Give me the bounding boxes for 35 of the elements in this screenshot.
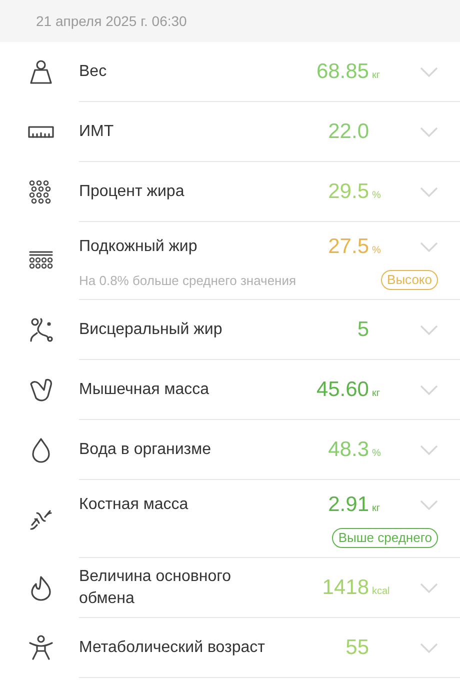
metric-value: 29.5% <box>327 178 382 205</box>
chevron-down-icon[interactable] <box>420 500 438 510</box>
metric-value: 22.0 <box>327 118 370 145</box>
metric-value: 55 <box>344 634 370 661</box>
chevron-down-icon[interactable] <box>420 582 438 592</box>
metric-label: Процент жира <box>79 182 186 202</box>
metric-label: Подкожный жир <box>79 236 198 256</box>
metric-label: Величина основного обмена <box>79 566 232 608</box>
metric-value: 5 <box>356 316 370 343</box>
metric-value: 2.91 кг <box>327 492 382 518</box>
metric-label: Вес <box>79 62 108 82</box>
metric-label: ИМТ <box>79 122 115 142</box>
chevron-down-icon[interactable] <box>420 126 438 136</box>
person-icon <box>26 634 54 662</box>
chevron-down-icon[interactable] <box>420 384 438 394</box>
status-badge: Высоко <box>381 270 438 290</box>
chevron-down-icon[interactable] <box>420 642 438 652</box>
metric-value: 1418 kcal <box>321 574 391 601</box>
metric-label: Костная масса <box>79 494 190 514</box>
metric-value: 45.60 кг <box>315 376 382 403</box>
metric-label: Метаболический возраст <box>79 638 266 658</box>
chevron-down-icon[interactable] <box>420 324 438 334</box>
metric-value: 27.5% <box>327 234 382 260</box>
metric-value: 68.85 кг <box>315 58 382 85</box>
metric-value: 48.3% <box>327 436 382 463</box>
metric-note: На 0.8% больше среднего значения <box>79 272 298 290</box>
chevron-down-icon[interactable] <box>420 444 438 454</box>
date-time: 21 апреля 2025 г. 06:30 <box>36 12 187 31</box>
status-badge: Выше среднего <box>332 528 438 548</box>
metric-label: Мышечная масса <box>79 380 210 400</box>
metric-label: Вода в организме <box>79 440 212 460</box>
chevron-down-icon[interactable] <box>420 186 438 196</box>
metric-label: Висцеральный жир <box>79 320 224 340</box>
chevron-down-icon[interactable] <box>420 242 438 252</box>
chevron-down-icon[interactable] <box>420 66 438 76</box>
